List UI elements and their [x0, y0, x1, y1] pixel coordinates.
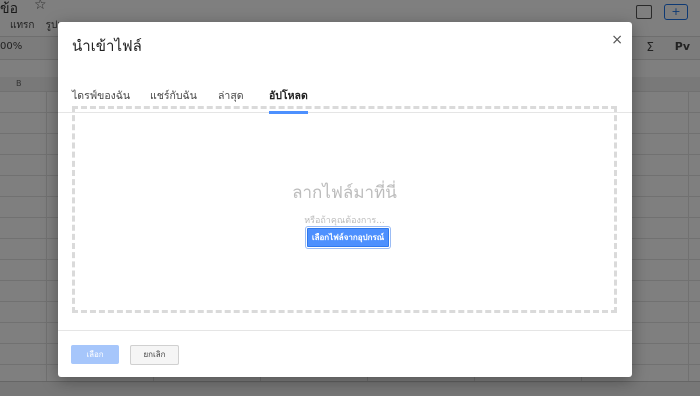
select-file-from-device-button[interactable]: เลือกไฟล์จากอุปกรณ์	[305, 226, 391, 249]
upload-dropzone[interactable]: ลากไฟล์มาที่นี่ หรือถ้าคุณต้องการ... เลื…	[72, 106, 617, 313]
select-button[interactable]: เลือก	[71, 345, 119, 364]
close-icon[interactable]: ×	[611, 33, 623, 47]
dropzone-subtitle: หรือถ้าคุณต้องการ...	[304, 216, 385, 226]
dropzone-title: ลากไฟล์มาที่นี่	[292, 183, 397, 203]
cancel-button[interactable]: ยกเลิก	[130, 345, 179, 365]
dialog-footer: เลือก ยกเลิก	[58, 330, 632, 377]
dialog-title: นำเข้าไฟล์	[72, 37, 142, 55]
import-file-dialog: นำเข้าไฟล์ × ไดรฟ์ของฉัน แชร์กับฉัน ล่าส…	[58, 22, 632, 377]
